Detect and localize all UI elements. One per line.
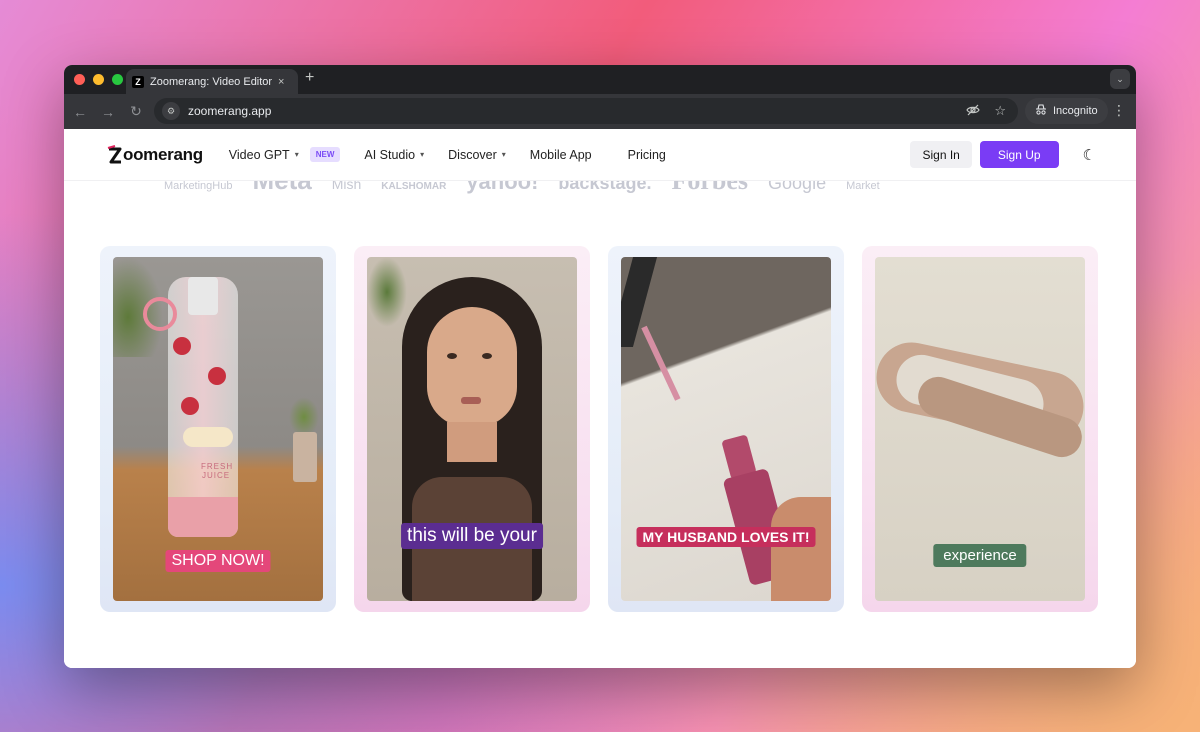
incognito-label: Incognito bbox=[1053, 105, 1098, 117]
sign-up-button[interactable]: Sign Up bbox=[979, 141, 1059, 168]
close-window-button[interactable] bbox=[74, 74, 85, 85]
menu-item-label: Discover bbox=[448, 147, 497, 162]
menu-item-label: Mobile App bbox=[529, 147, 592, 162]
tab-close-button[interactable]: × bbox=[278, 76, 284, 88]
video-cards-row: FRESH JUICE SHOP NOW! this will be your bbox=[100, 246, 1098, 612]
menu-item-pricing[interactable]: Pricing bbox=[628, 148, 666, 162]
partner-logo: Market bbox=[846, 180, 880, 192]
tab-title: Zoomerang: Video Editor & Vi bbox=[150, 75, 272, 88]
zoomerang-favicon-icon: Z bbox=[132, 75, 144, 88]
menu-item-label: Pricing bbox=[627, 147, 666, 162]
sign-in-button[interactable]: Sign In bbox=[910, 141, 972, 168]
browser-window: Z Zoomerang: Video Editor & Vi × + ⌄ ← →… bbox=[64, 65, 1136, 668]
forward-arrow-icon[interactable]: → bbox=[94, 104, 122, 120]
kebab-menu-icon[interactable]: ⋮ bbox=[1112, 102, 1126, 119]
incognito-indicator[interactable]: Incognito bbox=[1025, 98, 1108, 124]
menu-item-discover[interactable]: Discover ▾ bbox=[448, 148, 506, 162]
logo-text: oomerang bbox=[123, 144, 203, 164]
video-thumbnail[interactable]: MY HUSBAND LOVES IT! bbox=[621, 257, 831, 601]
site-header: oomerang Video GPT ▾ NEW AI Studio ▾ Dis… bbox=[64, 129, 1136, 181]
page-content: oomerang Video GPT ▾ NEW AI Studio ▾ Dis… bbox=[64, 129, 1136, 668]
chevron-down-icon: ▾ bbox=[501, 150, 506, 159]
back-arrow-icon[interactable]: ← bbox=[66, 104, 94, 120]
video-thumbnail[interactable]: FRESH JUICE SHOP NOW! bbox=[113, 257, 323, 601]
chevron-down-icon: ▾ bbox=[294, 150, 299, 159]
tab-strip: Z Zoomerang: Video Editor & Vi × + ⌄ bbox=[64, 65, 1136, 94]
menu-item-ai-studio[interactable]: AI Studio ▾ bbox=[364, 148, 424, 162]
reload-icon[interactable]: ↻ bbox=[122, 103, 150, 120]
address-bar[interactable]: ⚙ zoomerang.app ☆ bbox=[154, 98, 1018, 124]
eye-off-icon[interactable] bbox=[966, 103, 981, 120]
video-caption: experience bbox=[933, 544, 1027, 567]
chevron-down-icon: ▾ bbox=[420, 150, 425, 159]
star-icon[interactable]: ☆ bbox=[994, 103, 1006, 120]
main-menu: Video GPT ▾ NEW AI Studio ▾ Discover ▾ M… bbox=[229, 147, 690, 162]
minimize-window-button[interactable] bbox=[93, 74, 104, 85]
video-card[interactable]: FRESH JUICE SHOP NOW! bbox=[100, 246, 336, 612]
video-thumbnail[interactable]: experience bbox=[875, 257, 1085, 601]
browser-toolbar: ← → ↻ ⚙ zoomerang.app ☆ Incognito ⋮ bbox=[64, 94, 1136, 129]
window-controls bbox=[74, 74, 123, 85]
incognito-icon bbox=[1035, 104, 1047, 118]
partner-logo: KALSHOMAR bbox=[381, 181, 447, 192]
browser-tab[interactable]: Z Zoomerang: Video Editor & Vi × bbox=[126, 69, 298, 94]
zoomerang-logo-icon bbox=[106, 144, 122, 165]
menu-item-label: Video GPT bbox=[228, 147, 290, 162]
menu-item-video-gpt[interactable]: Video GPT ▾ NEW bbox=[229, 147, 341, 162]
video-thumbnail[interactable]: this will be your bbox=[367, 257, 577, 601]
tab-search-icon[interactable]: ⌄ bbox=[1110, 69, 1130, 89]
video-caption: SHOP NOW! bbox=[165, 550, 271, 572]
url-text: zoomerang.app bbox=[188, 104, 272, 118]
new-badge: NEW bbox=[309, 147, 341, 162]
partner-logo: MarketingHub bbox=[164, 180, 233, 192]
video-card[interactable]: experience bbox=[862, 246, 1098, 612]
menu-item-label: AI Studio bbox=[364, 147, 416, 162]
new-tab-button[interactable]: + bbox=[305, 69, 314, 87]
maximize-window-button[interactable] bbox=[112, 74, 123, 85]
video-card[interactable]: MY HUSBAND LOVES IT! bbox=[608, 246, 844, 612]
video-caption: this will be your bbox=[401, 523, 543, 549]
video-card[interactable]: this will be your bbox=[354, 246, 590, 612]
menu-item-mobile-app[interactable]: Mobile App bbox=[530, 148, 592, 162]
site-info-icon[interactable]: ⚙ bbox=[162, 102, 180, 120]
product-label: FRESH JUICE bbox=[201, 462, 234, 480]
zoomerang-logo[interactable]: oomerang bbox=[106, 145, 203, 165]
dark-mode-toggle-icon[interactable]: ☾ bbox=[1083, 146, 1096, 164]
video-caption: MY HUSBAND LOVES IT! bbox=[636, 527, 816, 547]
